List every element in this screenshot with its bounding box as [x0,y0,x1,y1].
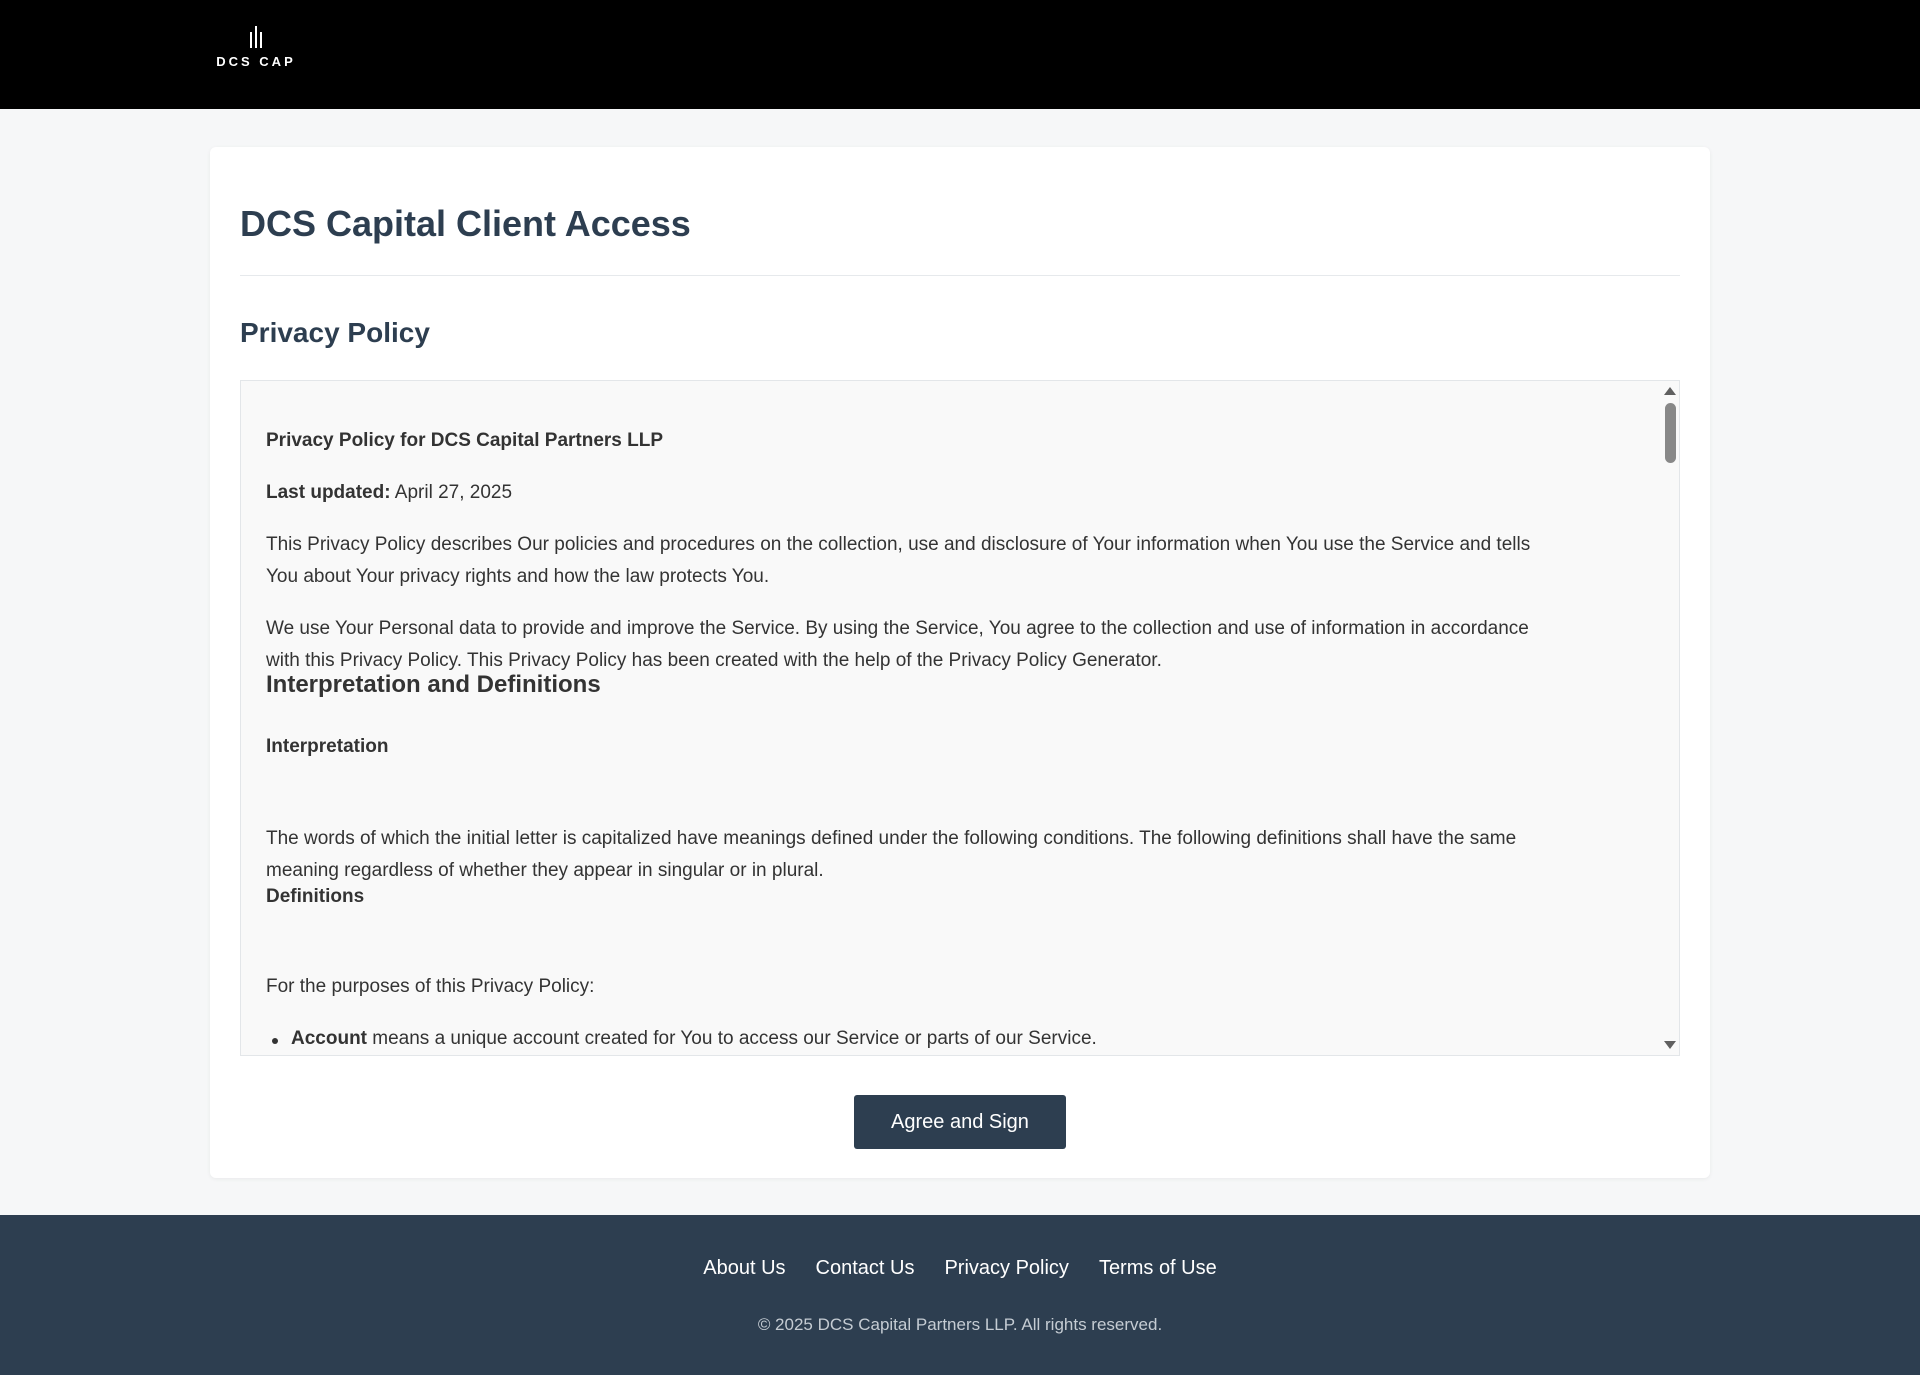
scroll-down-arrow-icon[interactable] [1664,1041,1676,1049]
top-header: DCS CAP [0,0,1920,109]
title-divider [240,275,1680,276]
paragraph-line: You about Your privacy rights and how th… [266,566,770,587]
policy-paragraph-4: For the purposes of this Privacy Policy: [266,976,595,997]
footer-nav: About Us Contact Us Privacy Policy Terms… [0,1257,1920,1280]
footer-link-privacy-policy[interactable]: Privacy Policy [944,1257,1068,1280]
policy-scrollbar[interactable] [1661,381,1679,1055]
last-updated-label: Last updated: [266,482,391,503]
definition-text: means a unique account created for You t… [367,1028,1097,1049]
footer-link-contact-us[interactable]: Contact Us [816,1257,915,1280]
list-item: Account means a unique account created f… [266,1023,1606,1055]
page-title: DCS Capital Client Access [240,203,691,244]
policy-paragraph-3: The words of which the initial letter is… [266,823,1606,887]
main-card: DCS Capital Client Access Privacy Policy… [210,147,1710,1178]
definition-term: Account [291,1028,367,1049]
policy-paragraph-1: This Privacy Policy describes Our polici… [266,529,1606,593]
dcs-logo[interactable]: DCS CAP [214,26,298,74]
heading-definitions: Definitions [266,886,365,907]
bullet-icon [272,1038,278,1044]
footer-link-terms-of-use[interactable]: Terms of Use [1099,1257,1217,1280]
last-updated-value: April 27, 2025 [394,482,513,503]
copyright-text: © 2025 DCS Capital Partners LLP. All rig… [757,1315,1163,1334]
list-item-text: Account means a unique account created f… [266,1028,1097,1049]
scroll-up-arrow-icon[interactable] [1664,387,1676,395]
policy-scroll-box[interactable]: Privacy Policy for DCS Capital Partners … [240,380,1680,1056]
paragraph-line: This Privacy Policy describes Our polici… [266,534,1531,555]
agree-and-sign-button[interactable]: Agree and Sign [854,1095,1066,1149]
heading-interpretation: Interpretation [266,736,389,757]
paragraph-line: We use Your Personal data to provide and… [266,618,1529,639]
paragraph-line: The words of which the initial letter is… [266,828,1517,849]
policy-paragraph-2: We use Your Personal data to provide and… [266,613,1606,677]
policy-heading: Privacy Policy for DCS Capital Partners … [266,430,664,451]
site-footer: About Us Contact Us Privacy Policy Terms… [0,1215,1920,1375]
section-title: Privacy Policy [240,317,430,348]
scroll-thumb[interactable] [1665,403,1676,463]
logo-mark-icon [250,26,262,48]
last-updated: Last updated: April 27, 2025 [266,477,1606,509]
heading-interpretation-definitions: Interpretation and Definitions [266,671,601,698]
logo-text: DCS CAP [216,54,296,69]
footer-link-about-us[interactable]: About Us [703,1257,785,1280]
